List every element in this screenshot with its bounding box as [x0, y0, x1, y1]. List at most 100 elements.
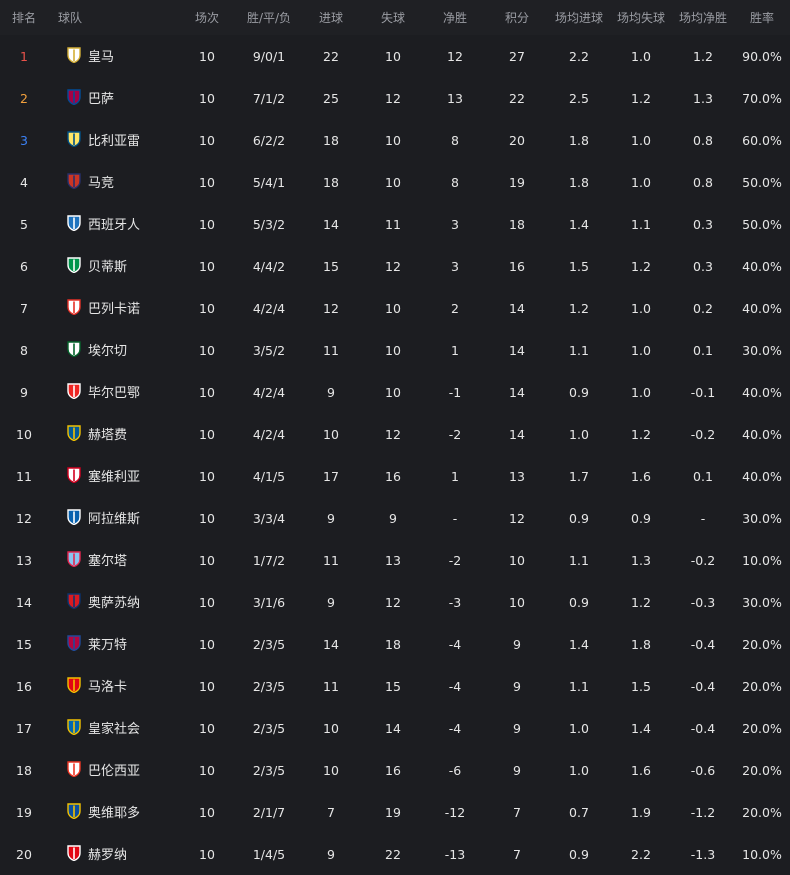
team-cell[interactable]: 皇家社会	[48, 707, 176, 749]
goals-against-cell: 14	[385, 720, 401, 736]
avg-goals-against-cell: 1.2	[631, 258, 651, 274]
goals-against-cell: 16	[385, 762, 401, 778]
table-row[interactable]: 3 比利亚雷 10 6/2/2 18 10 8 20 1.8 1.0 0.8 60.0%	[0, 119, 790, 161]
win-rate-cell: 40.0%	[742, 384, 782, 400]
team-cell[interactable]: 阿拉维斯	[48, 497, 176, 539]
table-row[interactable]: 14 奥萨苏纳 10 3/1/6 9 12 -3 10 0.9 1.2 -0.3 30.0%	[0, 581, 790, 623]
rank-cell: 13	[16, 552, 32, 568]
wdl-cell: 3/5/2	[252, 342, 286, 358]
played-cell: 10	[199, 384, 215, 400]
table-row[interactable]: 15 莱万特 10 2/3/5 14 18 -4 9 1.4 1.8 -0.4 20.0%	[0, 623, 790, 665]
team-cell[interactable]: 马竞	[48, 161, 176, 203]
wdl-cell: 4/1/5	[252, 468, 286, 484]
points-cell: 19	[509, 174, 525, 190]
team-cell[interactable]: 贝蒂斯	[48, 245, 176, 287]
header-avg-goals-for[interactable]: 场均进球	[548, 0, 610, 35]
goal-diff-cell: -1	[448, 384, 462, 400]
header-win-rate[interactable]: 胜率	[734, 0, 790, 35]
team-cell[interactable]: 赫罗纳	[48, 833, 176, 875]
team-cell[interactable]: 皇马	[48, 35, 176, 77]
team-cell[interactable]: 巴列卡诺	[48, 287, 176, 329]
avg-goals-against-cell: 1.2	[631, 426, 651, 442]
table-row[interactable]: 17 皇家社会 10 2/3/5 10 14 -4 9 1.0 1.4 -0.4 20.0%	[0, 707, 790, 749]
athletic-crest-icon	[67, 383, 81, 400]
goals-for-cell: 14	[323, 636, 339, 652]
team-cell[interactable]: 莱万特	[48, 623, 176, 665]
team-cell[interactable]: 巴伦西亚	[48, 749, 176, 791]
header-avg-goal-diff[interactable]: 场均净胜	[672, 0, 734, 35]
team-cell[interactable]: 赫塔费	[48, 413, 176, 455]
table-row[interactable]: 5 西班牙人 10 5/3/2 14 11 3 18 1.4 1.1 0.3 50.0%	[0, 203, 790, 245]
header-avg-goals-against[interactable]: 场均失球	[610, 0, 672, 35]
avg-goals-for-cell: 1.0	[569, 762, 589, 778]
table-row[interactable]: 16 马洛卡 10 2/3/5 11 15 -4 9 1.1 1.5 -0.4 20.0%	[0, 665, 790, 707]
points-cell: 10	[509, 594, 525, 610]
team-name: 马竞	[88, 175, 115, 191]
team-cell[interactable]: 西班牙人	[48, 203, 176, 245]
team-cell[interactable]: 毕尔巴鄂	[48, 371, 176, 413]
header-goal-diff[interactable]: 净胜	[424, 0, 486, 35]
goal-diff-cell: 1	[451, 468, 459, 484]
wdl-cell: 4/4/2	[252, 258, 286, 274]
goals-for-cell: 9	[327, 846, 335, 862]
header-played[interactable]: 场次	[176, 0, 238, 35]
header-rank[interactable]: 排名	[0, 0, 48, 35]
win-rate-cell: 20.0%	[742, 720, 782, 736]
team-cell[interactable]: 塞尔塔	[48, 539, 176, 581]
goals-against-cell: 15	[385, 678, 401, 694]
goals-for-cell: 7	[327, 804, 335, 820]
table-row[interactable]: 2 巴萨 10 7/1/2 25 12 13 22 2.5 1.2 1.3 70.0%	[0, 77, 790, 119]
table-row[interactable]: 19 奥维耶多 10 2/1/7 7 19 -12 7 0.7 1.9 -1.2 20.0%	[0, 791, 790, 833]
played-cell: 10	[199, 342, 215, 358]
header-goals-against[interactable]: 失球	[362, 0, 424, 35]
team-cell[interactable]: 马洛卡	[48, 665, 176, 707]
goal-diff-cell: -3	[448, 594, 462, 610]
points-cell: 20	[509, 132, 525, 148]
barcelona-crest-icon	[67, 89, 81, 106]
header-wdl[interactable]: 胜/平/负	[238, 0, 300, 35]
table-row[interactable]: 7 巴列卡诺 10 4/2/4 12 10 2 14 1.2 1.0 0.2 40.0%	[0, 287, 790, 329]
team-cell[interactable]: 埃尔切	[48, 329, 176, 371]
goals-for-cell: 18	[323, 132, 339, 148]
table-row[interactable]: 9 毕尔巴鄂 10 4/2/4 9 10 -1 14 0.9 1.0 -0.1 40.0%	[0, 371, 790, 413]
table-row[interactable]: 6 贝蒂斯 10 4/4/2 15 12 3 16 1.5 1.2 0.3 40.0%	[0, 245, 790, 287]
wdl-cell: 7/1/2	[252, 90, 286, 106]
avg-goals-for-cell: 2.2	[569, 48, 589, 64]
table-row[interactable]: 10 赫塔费 10 4/2/4 10 12 -2 14 1.0 1.2 -0.2 40.0%	[0, 413, 790, 455]
espanyol-crest-icon	[67, 215, 81, 232]
team-cell[interactable]: 塞维利亚	[48, 455, 176, 497]
goals-for-cell: 17	[323, 468, 339, 484]
wdl-cell: 2/1/7	[252, 804, 286, 820]
team-cell[interactable]: 奥萨苏纳	[48, 581, 176, 623]
table-row[interactable]: 12 阿拉维斯 10 3/3/4 9 9 - 12 0.9 0.9 - 30.0%	[0, 497, 790, 539]
header-points[interactable]: 积分	[486, 0, 548, 35]
team-cell[interactable]: 巴萨	[48, 77, 176, 119]
avg-goals-against-cell: 1.1	[631, 216, 651, 232]
table-row[interactable]: 1 皇马 10 9/0/1 22 10 12 27 2.2 1.0 1.2 90.0%	[0, 35, 790, 77]
avg-goals-for-cell: 0.9	[569, 846, 589, 862]
team-cell[interactable]: 奥维耶多	[48, 791, 176, 833]
table-row[interactable]: 13 塞尔塔 10 1/7/2 11 13 -2 10 1.1 1.3 -0.2 10.0%	[0, 539, 790, 581]
wdl-cell: 5/3/2	[252, 216, 286, 232]
header-team[interactable]: 球队	[48, 0, 176, 35]
table-row[interactable]: 8 埃尔切 10 3/5/2 11 10 1 14 1.1 1.0 0.1 30.0%	[0, 329, 790, 371]
win-rate-cell: 60.0%	[742, 132, 782, 148]
table-row[interactable]: 18 巴伦西亚 10 2/3/5 10 16 -6 9 1.0 1.6 -0.6 20.0%	[0, 749, 790, 791]
team-cell[interactable]: 比利亚雷	[48, 119, 176, 161]
team-name: 皇家社会	[88, 721, 141, 737]
goal-diff-cell: 8	[451, 132, 459, 148]
avg-goal-diff-cell: -1.2	[690, 804, 716, 820]
table-row[interactable]: 11 塞维利亚 10 4/1/5 17 16 1 13 1.7 1.6 0.1 40.0%	[0, 455, 790, 497]
goal-diff-cell: -	[452, 510, 458, 526]
rank-cell: 16	[16, 678, 32, 694]
table-row[interactable]: 20 赫罗纳 10 1/4/5 9 22 -13 7 0.9 2.2 -1.3 10.0%	[0, 833, 790, 875]
goal-diff-cell: 12	[447, 48, 463, 64]
win-rate-cell: 30.0%	[742, 342, 782, 358]
goals-against-cell: 10	[385, 48, 401, 64]
standings-table: 排名 球队 场次 胜/平/负 进球 失球 净胜 积分 场均进球 场均失球 场均净…	[0, 0, 790, 875]
table-row[interactable]: 4 马竞 10 5/4/1 18 10 8 19 1.8 1.0 0.8 50.0%	[0, 161, 790, 203]
avg-goals-against-cell: 1.0	[631, 132, 651, 148]
goals-for-cell: 15	[323, 258, 339, 274]
played-cell: 10	[199, 804, 215, 820]
header-goals-for[interactable]: 进球	[300, 0, 362, 35]
